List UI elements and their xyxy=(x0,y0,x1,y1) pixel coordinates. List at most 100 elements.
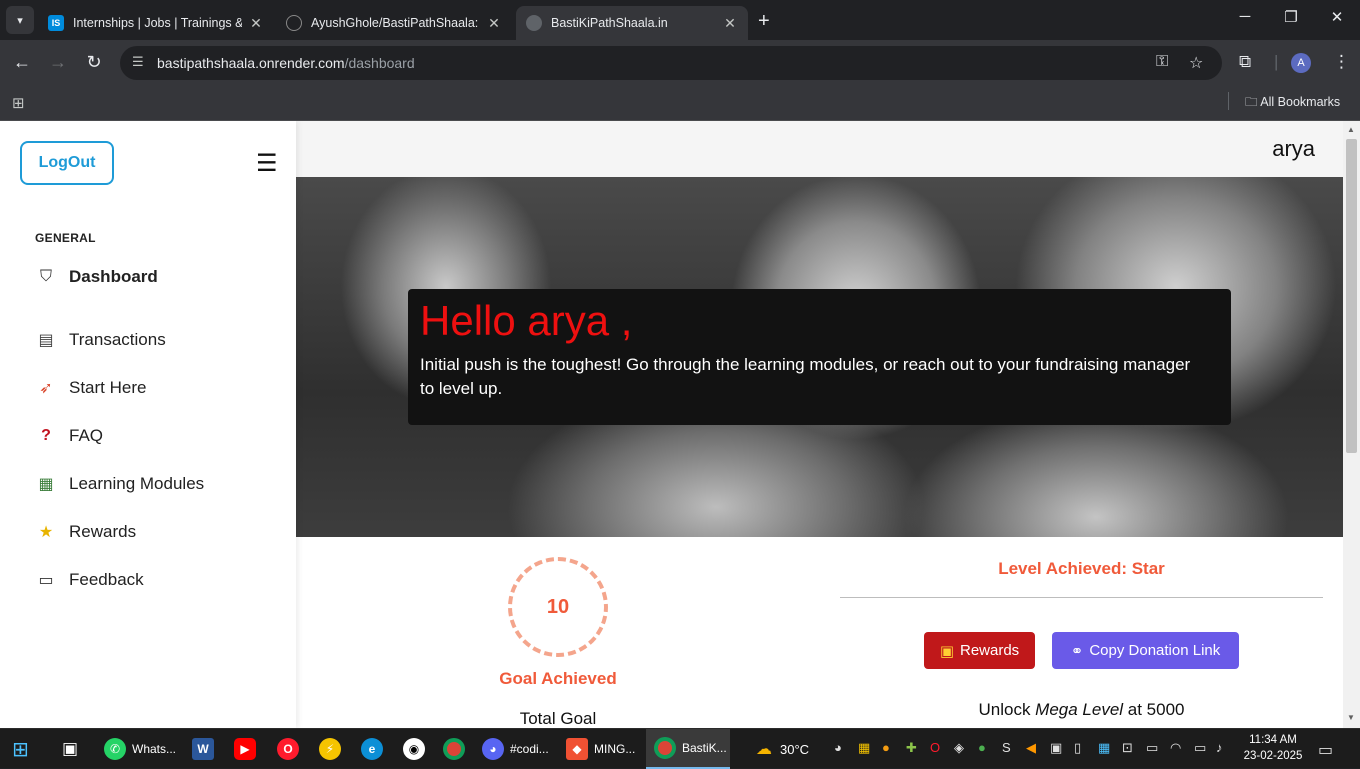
bookmarks-bar: ⊞ 🗀 All Bookmarks xyxy=(0,86,1360,121)
gift-icon: ▣ xyxy=(939,642,954,660)
taskbar-app-opera[interactable]: O xyxy=(277,729,305,769)
wifi-icon[interactable]: ◠ xyxy=(1170,740,1181,756)
browser-menu-icon[interactable]: ⋮ xyxy=(1333,52,1350,72)
tray-app7-icon[interactable]: ◀ xyxy=(1026,740,1036,756)
logout-button[interactable]: LogOut xyxy=(20,141,114,185)
taskbar-app-whatsapp[interactable]: ✆ Whats... xyxy=(104,729,180,769)
forward-button[interactable]: → xyxy=(46,52,70,73)
tray-app10-icon[interactable]: ⊡ xyxy=(1122,740,1133,756)
hamburger-menu-icon[interactable]: ☰ xyxy=(256,149,278,178)
close-tab-icon[interactable]: ✕ xyxy=(248,15,264,32)
battery-icon[interactable]: ▭ xyxy=(1194,740,1206,756)
apps-grid-icon[interactable]: ⊞ xyxy=(12,94,25,112)
sidebar-item-faq[interactable]: ? FAQ xyxy=(35,426,103,446)
rewards-button-label: Rewards xyxy=(960,642,1020,659)
all-bookmarks-button[interactable]: 🗀 All Bookmarks xyxy=(1245,93,1340,114)
sidebar: LogOut ☰ GENERAL ⛉ Dashboard ▤ Transacti… xyxy=(0,121,296,728)
opera-icon: O xyxy=(277,738,299,760)
sidebar-item-label: Feedback xyxy=(69,570,144,589)
back-button[interactable]: ← xyxy=(10,52,34,73)
taskbar-app-chrome[interactable] xyxy=(443,729,471,769)
tray-app4-icon[interactable]: ◈ xyxy=(954,740,964,756)
notifications-icon[interactable]: ▭ xyxy=(1318,740,1333,760)
sidebar-section-label: GENERAL xyxy=(35,231,96,245)
task-view-icon[interactable]: ▣ xyxy=(62,729,78,769)
page-viewport: LogOut ☰ GENERAL ⛉ Dashboard ▤ Transacti… xyxy=(0,121,1360,728)
edge-icon: e xyxy=(361,738,383,760)
tray-opera-icon[interactable]: O xyxy=(930,740,940,755)
browser-tab-github[interactable]: AyushGhole/BastiPathShaala: Online ✕ xyxy=(276,6,512,40)
tab-search-button[interactable]: ▾ xyxy=(6,6,34,34)
tray-app6-icon[interactable]: S xyxy=(1002,740,1011,755)
address-bar[interactable]: ☰ bastipathshaala.onrender.com/dashboard… xyxy=(120,46,1222,80)
scroll-up-arrow-icon[interactable]: ▲ xyxy=(1347,125,1355,134)
sidebar-item-start-here[interactable]: ➶ Start Here xyxy=(35,378,146,398)
minimize-button[interactable]: ─ xyxy=(1222,8,1268,25)
close-tab-icon[interactable]: ✕ xyxy=(722,15,738,32)
rewards-button[interactable]: ▣ Rewards xyxy=(924,632,1035,669)
scroll-down-arrow-icon[interactable]: ▼ xyxy=(1347,713,1355,722)
system-clock[interactable]: 11:34 AM 23-02-2025 xyxy=(1240,732,1306,764)
sidebar-item-dashboard[interactable]: ⛉ Dashboard xyxy=(35,267,158,287)
windows-start-icon[interactable]: ⊞ xyxy=(12,729,29,769)
tray-app2-icon[interactable]: ● xyxy=(882,740,890,755)
sidebar-item-rewards[interactable]: ★ Rewards xyxy=(35,522,136,542)
browser-tab-internshala[interactable]: IS Internships | Jobs | Trainings & Onli… xyxy=(38,6,274,40)
reload-button[interactable]: ↻ xyxy=(82,52,106,73)
discord-icon: ◕ xyxy=(482,738,504,760)
tray-discord-icon[interactable]: ◕ xyxy=(834,740,842,755)
tray-app3-icon[interactable]: ✚ xyxy=(906,740,917,756)
sidebar-item-feedback[interactable]: ▭ Feedback xyxy=(35,570,144,590)
taskbar-app-edge[interactable]: e xyxy=(361,729,389,769)
sidebar-item-transactions[interactable]: ▤ Transactions xyxy=(35,330,166,350)
password-key-icon[interactable]: ⚿ xyxy=(1156,53,1168,71)
browser-tab-bastikipathshaala[interactable]: BastiKiPathShaala.in ✕ xyxy=(516,6,748,40)
tab-title: Internships | Jobs | Trainings & Online … xyxy=(73,16,242,30)
bookmark-star-icon[interactable]: ☆ xyxy=(1189,53,1203,73)
taskbar-app-github[interactable]: ◉ xyxy=(403,729,431,769)
taskbar-app-discord[interactable]: ◕ #codi... xyxy=(482,729,554,769)
greeting-box: Hello arya , Initial push is the toughes… xyxy=(408,289,1231,425)
new-tab-button[interactable]: + xyxy=(758,10,770,33)
unlock-next-level-text: Unlock Mega Level at 5000 xyxy=(840,700,1323,720)
site-info-icon[interactable]: ☰ xyxy=(132,54,144,70)
tray-app5-icon[interactable]: ● xyxy=(978,740,986,755)
greeting-message: Initial push is the toughest! Go through… xyxy=(420,355,1191,398)
page-scrollbar[interactable]: ▲ ▼ xyxy=(1343,121,1360,728)
books-icon: ▦ xyxy=(38,476,54,493)
restore-button[interactable]: ❐ xyxy=(1268,8,1314,26)
taskbar-app-word[interactable]: W xyxy=(192,729,220,769)
bookmarks-divider xyxy=(1228,92,1229,110)
chat-icon: ▭ xyxy=(38,572,54,589)
internshala-favicon-icon: IS xyxy=(48,15,64,31)
taskbar-app-mingw[interactable]: ◆ MING... xyxy=(566,729,638,769)
sidebar-item-learning-modules[interactable]: ▦ Learning Modules xyxy=(35,474,204,494)
taskbar-app-youtube[interactable]: ▶ xyxy=(234,729,262,769)
github-favicon-icon xyxy=(286,15,302,31)
close-tab-icon[interactable]: ✕ xyxy=(486,15,502,32)
tray-app-icon[interactable]: ▦ xyxy=(858,740,870,756)
copy-link-label: Copy Donation Link xyxy=(1089,642,1221,659)
tray-usb-icon[interactable]: ▯ xyxy=(1074,740,1081,756)
sidebar-item-label: Transactions xyxy=(69,330,166,349)
scrollbar-thumb[interactable] xyxy=(1346,139,1357,453)
tray-display-icon[interactable]: ▭ xyxy=(1146,740,1158,756)
volume-icon[interactable]: ♪ xyxy=(1216,740,1223,755)
total-goal-label: Total Goal xyxy=(519,709,597,728)
tray-app9-icon[interactable]: ▦ xyxy=(1098,740,1110,756)
tab-title: BastiKiPathShaala.in xyxy=(551,16,668,30)
tray-app8-icon[interactable]: ▣ xyxy=(1050,740,1062,756)
taskbar-app-label: BastiK... xyxy=(682,741,727,755)
sidebar-item-label: FAQ xyxy=(69,426,104,445)
weather-widget[interactable]: ☁ 30°C xyxy=(756,729,809,769)
profile-avatar[interactable]: A xyxy=(1291,53,1311,73)
extensions-icon[interactable]: ⧉ xyxy=(1239,52,1251,72)
clock-date: 23-02-2025 xyxy=(1243,750,1303,762)
top-bar: arya xyxy=(296,121,1343,177)
close-window-button[interactable]: ✕ xyxy=(1314,8,1360,26)
copy-donation-link-button[interactable]: ⚭ Copy Donation Link xyxy=(1052,632,1239,669)
taskbar-app-label: Whats... xyxy=(132,742,177,756)
url-text[interactable]: bastipathshaala.onrender.com/dashboard xyxy=(157,55,415,71)
taskbar-app-misc[interactable]: ⚡ xyxy=(319,729,347,769)
taskbar-app-chrome-active[interactable]: BastiK... xyxy=(646,729,730,769)
